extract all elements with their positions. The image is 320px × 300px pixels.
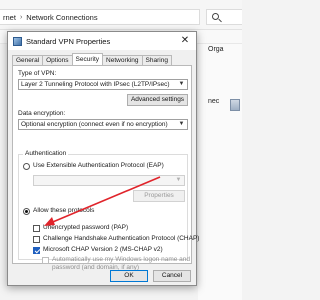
address-current[interactable]: Network Connections (26, 13, 97, 22)
data-encryption-select[interactable]: Optional encryption (connect even if no … (18, 119, 188, 130)
allow-protocols-label[interactable]: Allow these protocols (33, 207, 94, 214)
vpn-type-select[interactable]: Layer 2 Tunneling Protocol with IPsec (L… (18, 79, 188, 90)
explorer-toolbar: rnet › Network Connections (0, 0, 242, 30)
vpn-type-value: Layer 2 Tunneling Protocol with IPsec (L… (21, 81, 170, 88)
search-icon (212, 13, 219, 20)
authentication-group: Authentication Use Extensible Authentica… (18, 150, 199, 260)
network-adapter-icon[interactable] (230, 99, 240, 111)
pap-label[interactable]: Unencrypted password (PAP) (43, 224, 128, 231)
pap-checkbox[interactable] (33, 225, 40, 232)
vpn-properties-dialog: Standard VPN Properties ✕ General Option… (7, 31, 199, 286)
connection-label[interactable]: nec (208, 98, 219, 105)
tab-general[interactable]: General (12, 55, 44, 65)
dialog-title: Standard VPN Properties (26, 36, 111, 46)
close-icon[interactable]: ✕ (179, 35, 191, 47)
data-encryption-value: Optional encryption (connect even if no … (21, 121, 168, 128)
tab-security[interactable]: Security (71, 53, 104, 65)
eap-radio[interactable] (23, 163, 30, 170)
dialog-titlebar[interactable]: Standard VPN Properties ✕ (8, 32, 196, 50)
tab-strip: General Options Security Networking Shar… (12, 53, 172, 65)
tab-options[interactable]: Options (42, 55, 73, 65)
authentication-title: Authentication (23, 150, 69, 157)
mschapv2-checkbox[interactable] (33, 247, 40, 254)
security-panel: Type of VPN: Layer 2 Tunneling Protocol … (12, 65, 199, 264)
auto-logon-checkbox (42, 257, 49, 264)
chevron-down-icon: ▼ (178, 121, 185, 127)
allow-protocols-radio[interactable] (23, 208, 30, 215)
chap-checkbox[interactable] (33, 236, 40, 243)
explorer-content: Orga nec (198, 44, 242, 300)
address-separator-icon: › (19, 13, 23, 21)
mschapv2-label[interactable]: Microsoft CHAP Version 2 (MS-CHAP v2) (43, 246, 163, 253)
advanced-settings-button[interactable]: Advanced settings (127, 94, 188, 106)
network-connection-icon (13, 36, 22, 46)
chevron-down-icon: ▼ (178, 81, 185, 87)
auto-logon-line1: Automatically use my Windows logon name … (52, 256, 191, 263)
eap-radio-label[interactable]: Use Extensible Authentication Protocol (… (33, 162, 164, 169)
data-encryption-label: Data encryption: (18, 110, 66, 117)
tab-sharing[interactable]: Sharing (141, 55, 172, 65)
eap-method-select: ▼ (33, 175, 185, 186)
address-bar[interactable]: rnet › Network Connections (0, 9, 200, 25)
properties-button: Properties (133, 190, 185, 202)
search-box[interactable] (206, 9, 242, 25)
chevron-down-icon: ▼ (175, 177, 182, 183)
chap-label[interactable]: Challenge Handshake Authentication Proto… (43, 235, 199, 242)
cancel-button[interactable]: Cancel (153, 270, 191, 282)
organize-label[interactable]: Orga (208, 46, 224, 53)
address-partial: rnet (3, 12, 16, 22)
tab-networking[interactable]: Networking (102, 55, 143, 65)
type-of-vpn-label: Type of VPN: (18, 70, 57, 77)
ok-button[interactable]: OK (110, 270, 148, 282)
